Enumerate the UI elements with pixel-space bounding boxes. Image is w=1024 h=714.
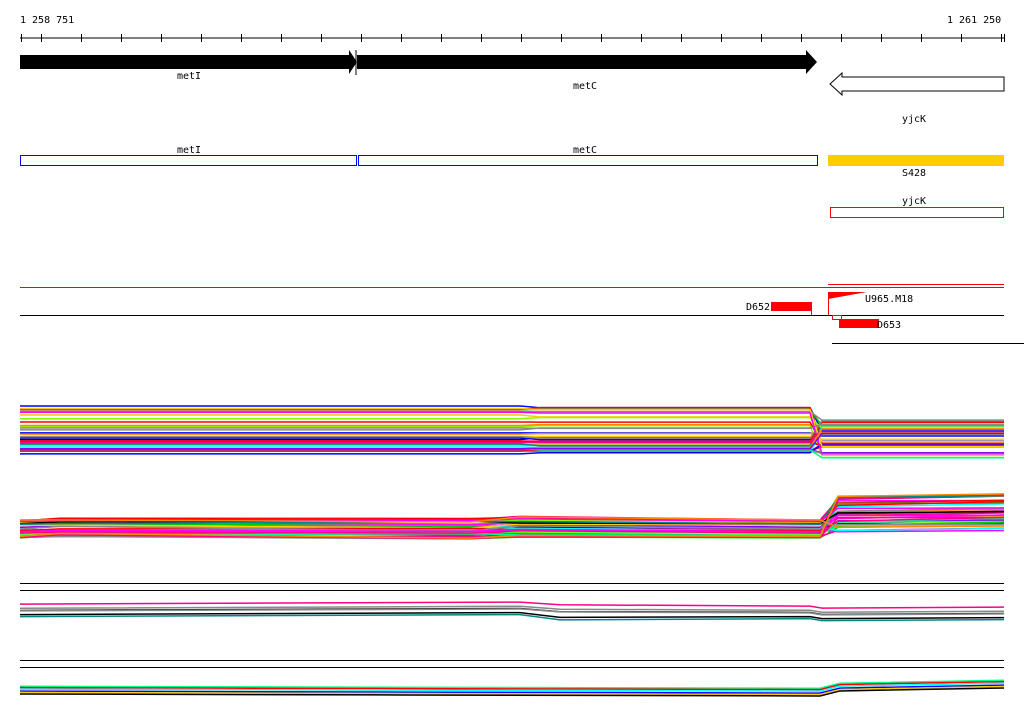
gene-label: yjcK <box>902 114 926 125</box>
signal-line <box>19 613 1005 622</box>
annotation-label: metC <box>573 145 597 156</box>
feature-U965.M18[interactable] <box>828 292 867 299</box>
annotation-box-S428[interactable] <box>828 155 1004 166</box>
genome-browser-canvas: 1 258 751 1 261 250 metI metC yjcK metI … <box>19 15 1024 697</box>
signal-track-3 <box>19 583 1005 668</box>
ruler-start-label: 1 258 751 <box>20 15 74 26</box>
annotation-label: yjcK <box>902 196 926 207</box>
signal-track-1 <box>20 405 1004 459</box>
feature-track: D652 U965.M18 D653 <box>20 284 1024 344</box>
annotation-label: S428 <box>902 168 926 179</box>
ruler: 1 258 751 1 261 250 <box>20 15 1005 42</box>
ruler-end-label: 1 261 250 <box>947 15 1001 26</box>
signal-track-2 <box>19 493 1005 540</box>
feature-D653[interactable] <box>839 319 879 328</box>
gene-arrow-metC[interactable] <box>357 50 817 74</box>
gene-track: metI metC yjcK <box>20 50 1005 125</box>
annotation-box-metI[interactable] <box>20 155 357 166</box>
annotation-track: metI metC S428 yjcK <box>20 145 1004 218</box>
annotation-box-metC[interactable] <box>358 155 818 166</box>
feature-label: D652 <box>746 302 770 313</box>
feature-label: U965.M18 <box>865 294 913 305</box>
gene-arrow-yjcK[interactable] <box>829 71 1005 97</box>
feature-D652[interactable] <box>771 302 812 311</box>
signal-track-4 <box>19 679 1005 697</box>
feature-label: D653 <box>877 320 901 331</box>
annotation-label: metI <box>177 145 201 156</box>
gene-label: metI <box>177 71 201 82</box>
gene-label: metC <box>573 81 597 92</box>
annotation-box-yjcK[interactable] <box>830 207 1004 218</box>
